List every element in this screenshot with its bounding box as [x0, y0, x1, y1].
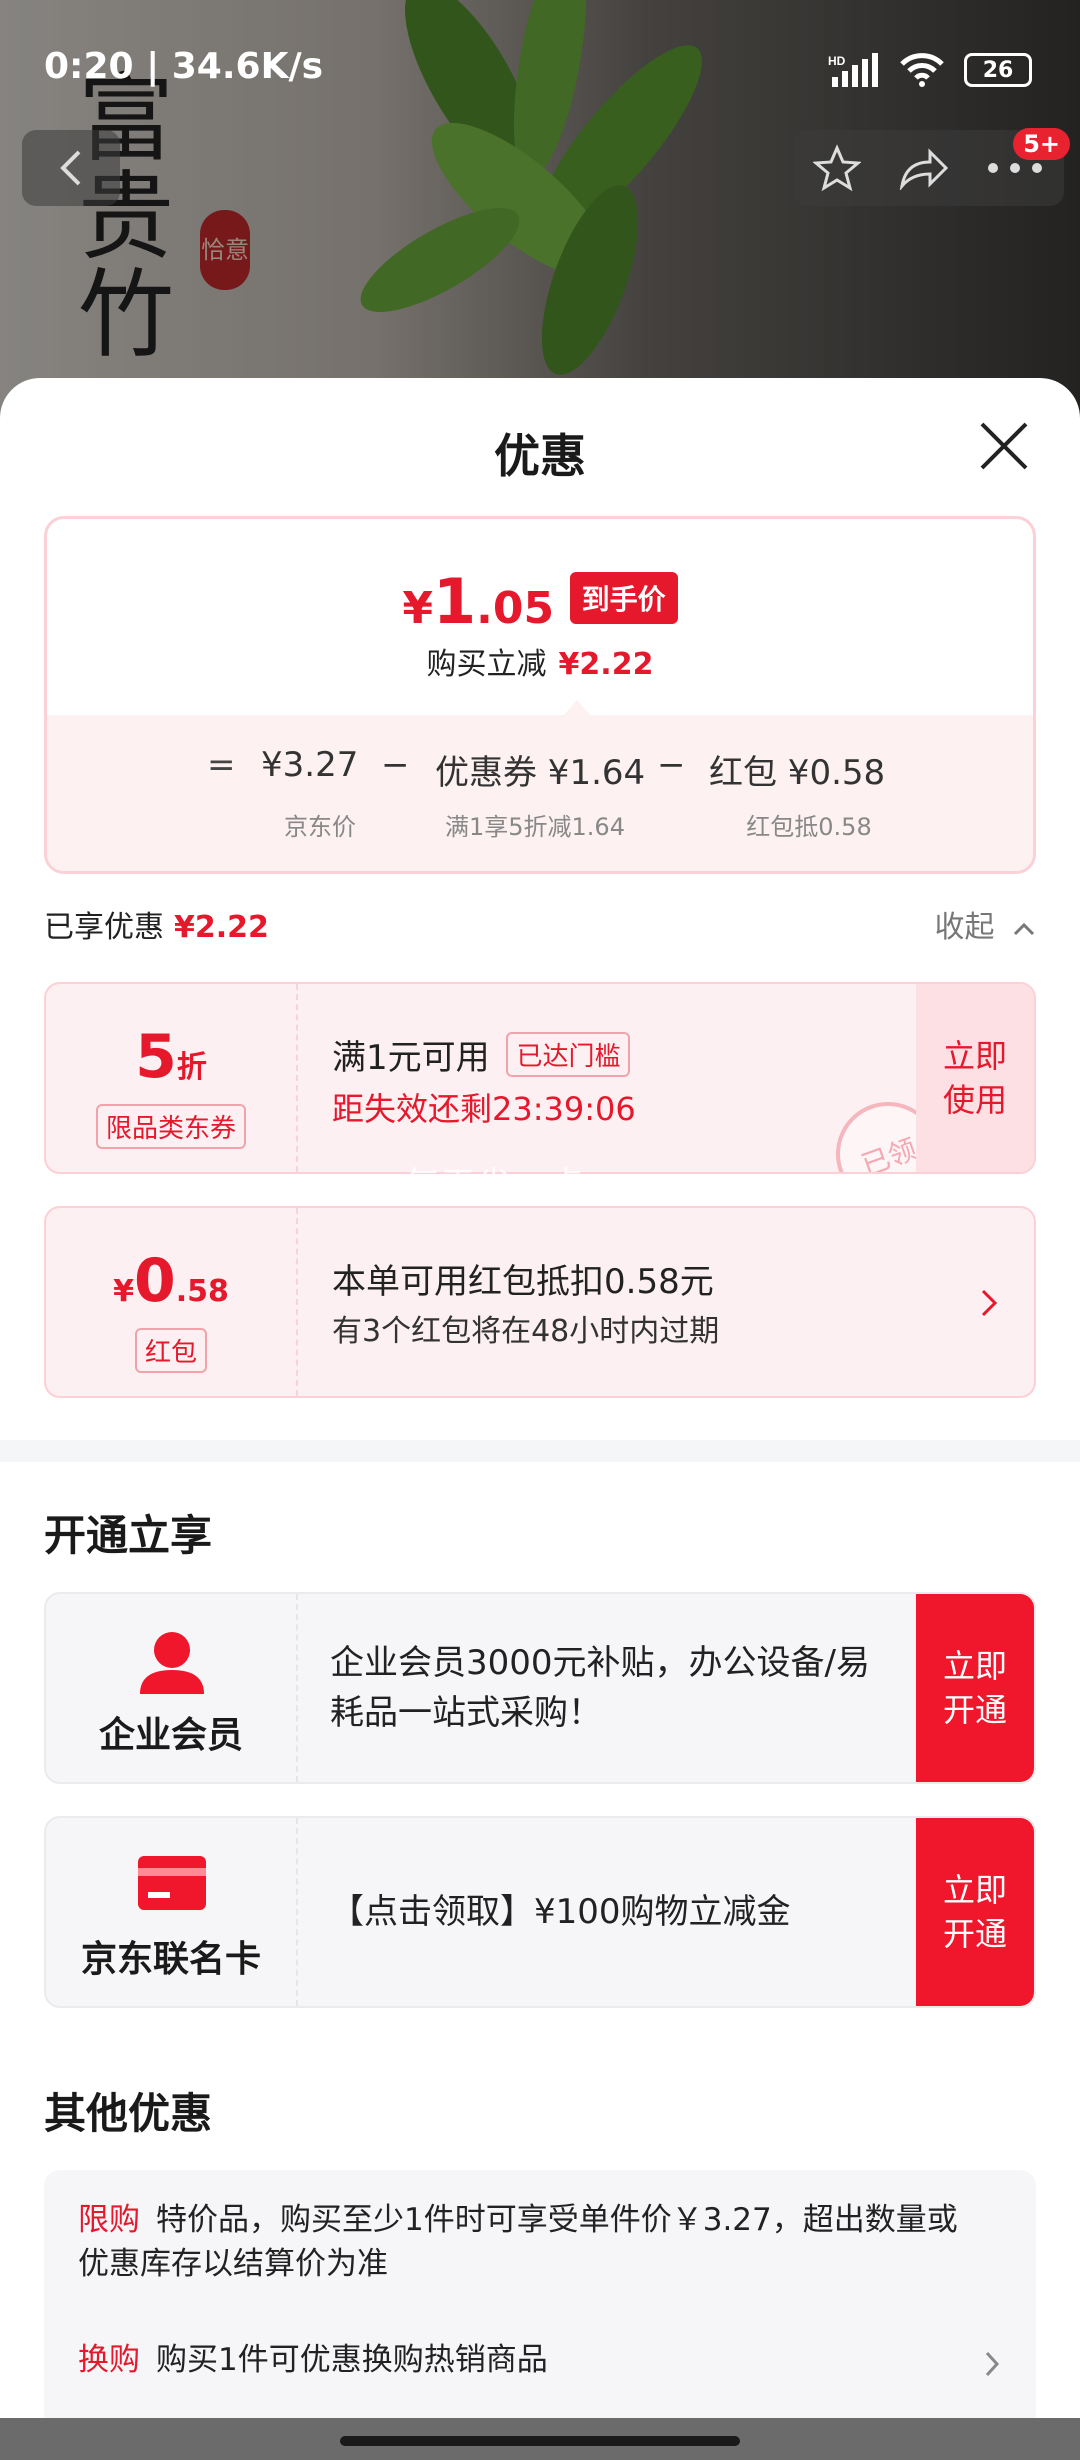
minus-sign: −	[381, 745, 410, 785]
trade-in-key: 换购	[78, 2342, 140, 2378]
breakdown-list-price: ¥3.27	[261, 745, 359, 785]
open-label-1: 立即	[942, 1871, 1007, 1909]
share-icon[interactable]	[898, 146, 948, 190]
price-summary-card: ¥1.05 到手价 购买立减 ¥2.22 = ¥3.27 − 优惠券 ¥1.64 …	[44, 516, 1036, 874]
signal-icon: HD	[828, 53, 878, 87]
more-icon[interactable]	[985, 162, 1045, 174]
open-cobrand-button[interactable]: 立即 开通	[916, 1818, 1034, 2006]
trade-in-text: 购买1件可优惠换购热销商品	[156, 2342, 548, 2378]
status-icons: HD 26	[828, 52, 1032, 88]
open-label-2: 开通	[942, 1691, 1007, 1729]
purchase-limit-key: 限购	[78, 2202, 140, 2238]
minus-sign: −	[657, 745, 686, 785]
jd-cobrand-text: 【点击领取】¥100购物立减金	[330, 1892, 791, 1932]
sheet-title: 优惠	[494, 429, 586, 483]
redpacket-amount-dec: .58	[175, 1274, 229, 1309]
final-price-integer: 1	[432, 565, 477, 638]
final-price-currency: ¥	[402, 583, 433, 634]
coupon-card[interactable]: 5折 限品类东券 满1元可用 已达门槛 距失效还剩23:39:06 已领 立即使…	[44, 982, 1036, 1174]
coupon-amount-unit: 折	[176, 1050, 207, 1085]
price-breakdown: = ¥3.27 − 优惠券 ¥1.64 − 红包 ¥0.58 京东价 满1享5折…	[47, 715, 1033, 871]
redpacket-amount: ¥0.58	[46, 1246, 296, 1316]
open-label-2: 开通	[942, 1915, 1007, 1953]
purchase-limit-row: 限购 特价品，购买至少1件时可享受单件价￥3.27，超出数量或优惠库存以结算价为准	[78, 2198, 978, 2286]
enjoyed-value: ¥2.22	[174, 910, 269, 945]
other-section-title: 其他优惠	[44, 2089, 213, 2138]
svg-text:HD: HD	[828, 54, 846, 68]
breakdown-list-price-caption: 京东价	[284, 813, 356, 841]
section-divider	[0, 1440, 1080, 1462]
redpacket-title: 本单可用红包抵扣0.58元	[332, 1262, 714, 1302]
redpacket-card[interactable]: ¥0.58 红包 本单可用红包抵扣0.58元 有3个红包将在48小时内过期	[44, 1206, 1036, 1398]
chevron-up-icon	[1013, 922, 1035, 936]
enterprise-member-label: 企业会员	[98, 1715, 243, 1756]
equals-sign: =	[207, 745, 236, 785]
redpacket-currency: ¥	[113, 1274, 134, 1309]
notification-badge: 5+	[1013, 128, 1070, 160]
instant-discount-value: ¥2.22	[558, 647, 654, 682]
redpacket-subtitle: 有3个红包将在48小时内过期	[332, 1314, 720, 1349]
coupon-value-panel: 5折 限品类东券	[46, 984, 298, 1172]
use-coupon-label-1: 立即	[942, 1037, 1007, 1075]
coupon-amount: 5折	[46, 1022, 296, 1092]
redpacket-type-tag: 红包	[134, 1328, 207, 1373]
chevron-right-icon	[981, 1289, 998, 1317]
coupon-amount-number: 5	[135, 1022, 177, 1092]
star-icon[interactable]	[812, 144, 861, 192]
person-icon	[140, 1632, 204, 1694]
use-coupon-button[interactable]: 立即 使用	[916, 984, 1034, 1172]
enterprise-member-text: 企业会员3000元补贴，办公设备/易耗品一站式采购！	[330, 1643, 870, 1733]
chevron-right-icon	[985, 2351, 1000, 2377]
redpacket-amount-int: 0	[133, 1246, 176, 1316]
jd-cobrand-label: 京东联名卡	[80, 1939, 261, 1980]
breakdown-coupon-caption: 满1享5折减1.64	[445, 813, 625, 841]
instant-discount: 购买立减 ¥2.22	[47, 639, 1033, 683]
collapse-label: 收起	[934, 910, 995, 945]
enjoyed-discount: 已享优惠 ¥2.22	[44, 902, 269, 946]
redpacket-value-panel: ¥0.58 红包	[46, 1208, 298, 1396]
collapse-button[interactable]: 收起	[934, 902, 1036, 946]
enterprise-member-card[interactable]: 企业会员 企业会员3000元补贴，办公设备/易耗品一站式采购！ 立即开通	[44, 1592, 1036, 1784]
coupon-title: 满1元可用	[332, 1038, 490, 1078]
jd-cobrand-card[interactable]: 京东联名卡 【点击领取】¥100购物立减金 立即开通	[44, 1816, 1036, 2008]
status-bar: 0:20 | 34.6K/s HD 26	[0, 0, 1080, 130]
home-indicator[interactable]	[340, 2436, 740, 2446]
coupon-threshold-tag: 已达门槛	[506, 1032, 631, 1077]
final-price-decimal: .05	[476, 583, 555, 634]
purchase-limit-text: 特价品，购买至少1件时可享受单件价￥3.27，超出数量或优惠库存以结算价为准	[78, 2202, 958, 2282]
status-time: 0:20 | 34.6K/s	[44, 46, 324, 87]
watermark-text: 每天省一点	[405, 1165, 585, 1205]
battery-icon: 26	[964, 53, 1032, 87]
open-enterprise-button[interactable]: 立即 开通	[916, 1594, 1034, 1782]
credit-card-icon	[138, 1856, 206, 1910]
instant-discount-label: 购买立减	[426, 647, 547, 682]
chevron-left-icon	[60, 150, 81, 186]
enjoyed-label: 已享优惠	[44, 910, 164, 945]
open-section-title: 开通立享	[44, 1511, 213, 1560]
open-label-1: 立即	[942, 1647, 1007, 1685]
use-coupon-label-2: 使用	[942, 1081, 1007, 1119]
other-discounts-box: 限购 特价品，购买至少1件时可享受单件价￥3.27，超出数量或优惠库存以结算价为准…	[44, 2170, 1036, 2418]
coupon-type-tag: 限品类东券	[95, 1104, 246, 1149]
trade-in-row[interactable]: 换购 购买1件可优惠换购热销商品	[78, 2338, 978, 2382]
wifi-icon	[900, 53, 944, 87]
breakdown-redpacket: 红包 ¥0.58	[709, 753, 886, 793]
breakdown-redpacket-caption: 红包抵0.58	[746, 813, 872, 841]
final-price: ¥1.05 到手价	[47, 565, 1033, 638]
breakdown-coupon: 优惠券 ¥1.64	[435, 753, 646, 793]
close-icon[interactable]	[976, 418, 1032, 474]
discount-sheet: 优惠 ¥1.05 到手价 购买立减 ¥2.22 = ¥3.27 − 优惠券 ¥1.…	[0, 378, 1080, 2418]
pointer-arrow	[563, 700, 591, 716]
coupon-countdown: 距失效还剩23:39:06	[332, 1090, 636, 1128]
final-price-tag: 到手价	[569, 572, 678, 624]
back-button[interactable]	[22, 130, 120, 206]
